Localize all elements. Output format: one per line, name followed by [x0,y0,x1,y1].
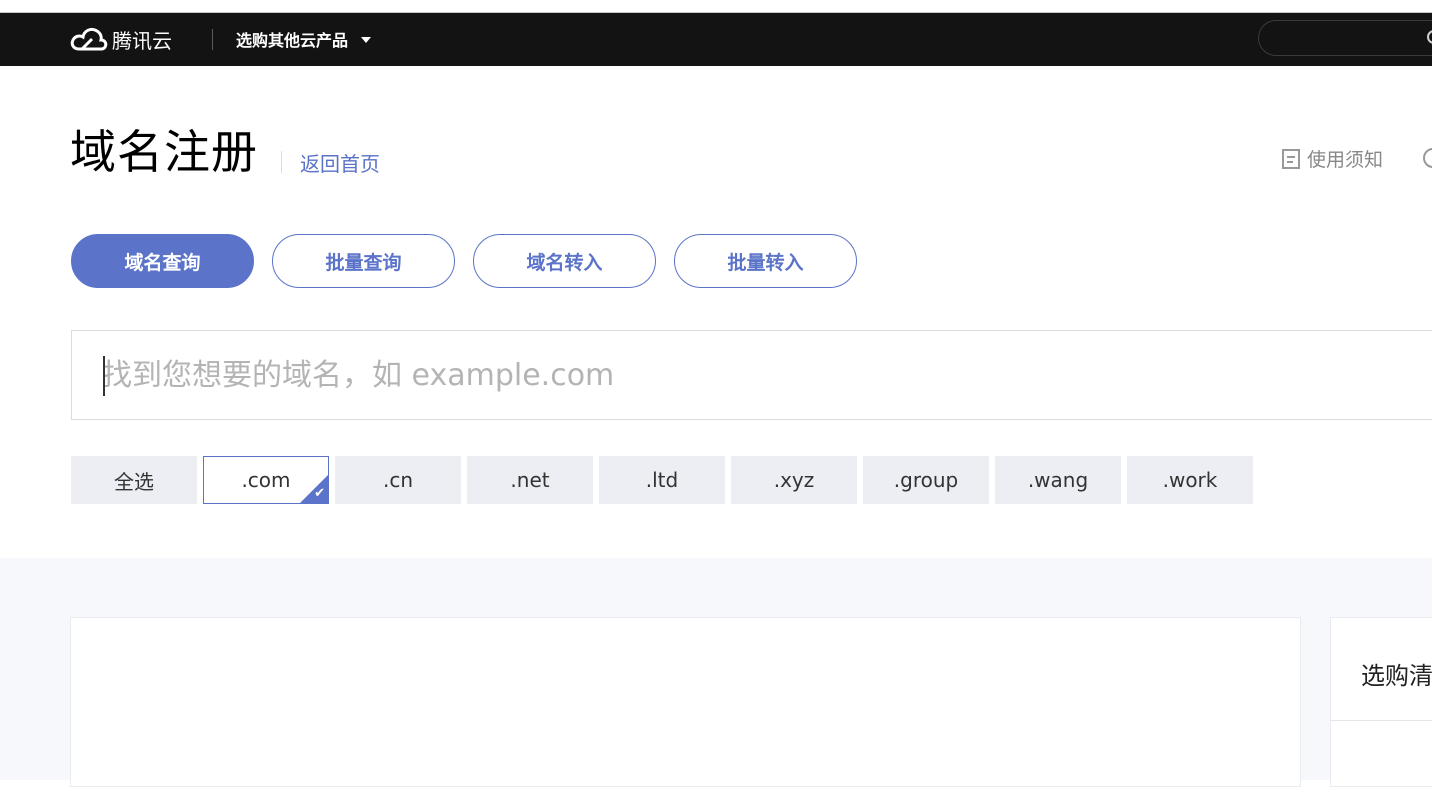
tld-select-all[interactable]: 全选 [71,456,197,504]
page-title: 域名注册 [70,125,258,179]
tld-label: 全选 [114,469,154,494]
tld-label: .work [1162,468,1218,492]
tld-label: .xyz [773,468,815,492]
products-dropdown[interactable]: 选购其他云产品 [236,27,372,51]
help-circle-icon[interactable] [1421,146,1432,170]
check-icon: ✔ [314,486,325,501]
search-icon[interactable] [1424,28,1432,48]
tld-com[interactable]: .com ✔ [203,456,329,504]
nav-search-input[interactable] [1258,20,1432,56]
tld-label: .ltd [645,468,679,492]
tld-label: .group [893,468,959,492]
tab-batch-query[interactable]: 批量查询 [272,234,455,288]
caret-down-icon [361,37,372,43]
cloud-logo-icon [70,27,108,51]
browser-top-strip [0,0,1432,13]
products-dropdown-label: 选购其他云产品 [236,31,349,50]
top-navbar: 腾讯云 选购其他云产品 [0,13,1432,66]
back-home-link[interactable]: 返回首页 [300,148,380,177]
tld-ltd[interactable]: .ltd [599,456,725,504]
document-icon [1282,148,1300,169]
tab-label: 批量查询 [325,251,402,274]
tab-label: 域名查询 [124,251,201,274]
cart-panel: 选购清 [1330,617,1432,787]
usage-notice-link[interactable]: 使用须知 [1281,145,1383,172]
cart-divider [1331,720,1432,721]
tld-label: .wang [1027,468,1089,492]
tld-label: .net [510,468,550,492]
tab-batch-transfer[interactable]: 批量转入 [674,234,857,288]
tld-xyz[interactable]: .xyz [731,456,857,504]
results-card [70,617,1301,787]
tencent-cloud-logo[interactable]: 腾讯云 [70,25,172,53]
tab-domain-query[interactable]: 域名查询 [71,234,254,288]
tab-label: 批量转入 [727,251,804,274]
cart-title: 选购清 [1361,662,1432,690]
logo-text: 腾讯云 [112,28,172,53]
tld-wang[interactable]: .wang [995,456,1121,504]
nav-divider [212,29,213,50]
tld-label: .cn [382,468,414,492]
tab-domain-transfer[interactable]: 域名转入 [473,234,656,288]
tld-work[interactable]: .work [1127,456,1253,504]
domain-search-input[interactable] [102,331,1402,419]
text-cursor [103,356,105,396]
usage-notice-label: 使用须知 [1307,149,1384,171]
tld-group[interactable]: .group [863,456,989,504]
tld-cn[interactable]: .cn [335,456,461,504]
title-divider [281,151,282,173]
tld-net[interactable]: .net [467,456,593,504]
tld-label: .com [241,468,291,492]
domain-search-box [71,330,1432,420]
tab-label: 域名转入 [526,251,603,274]
